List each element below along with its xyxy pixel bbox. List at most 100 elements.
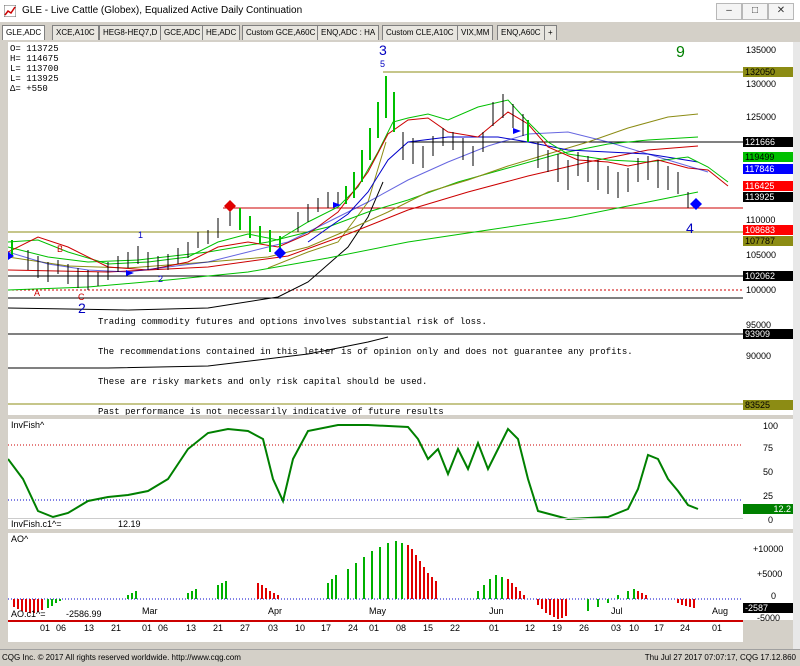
last-price-box: 113925 xyxy=(743,192,793,202)
invfish-tick: 50 xyxy=(763,467,774,477)
disclaimer-line: The recommendations contained in this le… xyxy=(98,347,633,357)
invfish-value-box: 12.2 xyxy=(743,504,793,514)
wave-label-b1: B xyxy=(57,244,64,254)
wave-label-9: 9 xyxy=(676,44,685,61)
date-tick: 06 xyxy=(56,623,67,633)
price-tick: 105000 xyxy=(746,250,777,260)
date-tick: 19 xyxy=(552,623,563,633)
tab-he-adc[interactable]: HE,ADC xyxy=(202,25,241,40)
date-tick: 17 xyxy=(654,623,665,633)
date-tick: 17 xyxy=(321,623,332,633)
invfish-svg xyxy=(8,424,743,521)
date-tick: 01 xyxy=(40,623,51,633)
ao-value-box: -2587 xyxy=(743,603,793,613)
ao-readout-value: -2586.99 xyxy=(66,609,102,619)
tab-custom-gce[interactable]: Custom GCE,A60C xyxy=(242,25,320,40)
price-tick: 110000 xyxy=(746,215,776,225)
date-axis[interactable]: 01 06 13 21 01 06 13 21 27 03 10 17 24 0… xyxy=(8,606,743,642)
tab-xce-a10c[interactable]: XCE,A10C xyxy=(52,25,99,40)
title-bar: GLE - Live Cattle (Globex), Equalized Ac… xyxy=(0,0,800,23)
invfish-tick: 75 xyxy=(763,443,774,453)
ao-readout-label: AO.c1^= xyxy=(11,609,46,619)
month-label: Aug xyxy=(712,606,729,616)
ao-axis[interactable]: +10000 +5000 0 -5000 -2587 xyxy=(743,533,793,623)
disclaimer-line: Trading commodity futures and options in… xyxy=(98,317,487,327)
tab-gle-adc[interactable]: GLE,ADC xyxy=(2,25,46,40)
price-tick: 135000 xyxy=(746,45,777,55)
price-chart-panel[interactable]: O= 113725 H= 114675 L= 113700 L= 113925 … xyxy=(8,42,743,417)
date-tick: 06 xyxy=(158,623,169,633)
invfish-tick: 100 xyxy=(763,421,779,431)
invfish-axis[interactable]: 100 75 50 25 0 12.2 xyxy=(743,419,793,529)
status-timestamp: Thu Jul 27 2017 07:07:17, CQG 17.12.860 xyxy=(644,653,796,662)
date-axis-bar xyxy=(8,620,743,622)
wave-label-4: 4 xyxy=(686,220,694,236)
wave-label-3: 3 xyxy=(379,42,387,58)
wave-label-2-small: 2 xyxy=(158,274,164,284)
price-axis[interactable]: 135000 130000 125000 110000 105000 10000… xyxy=(743,42,793,415)
tab-heg8-heq7[interactable]: HEG8-HEQ7,D xyxy=(99,25,162,40)
price-tick: 90000 xyxy=(746,351,772,361)
vertical-scrollbar[interactable] xyxy=(793,42,800,649)
price-level-box: 107787 xyxy=(743,236,793,246)
left-gutter xyxy=(0,42,8,649)
date-tick: 27 xyxy=(240,623,251,633)
invfish-tick: 25 xyxy=(763,491,774,501)
price-tick: 130000 xyxy=(746,79,777,89)
copyright-text: CQG Inc. © 2017 All rights reserved worl… xyxy=(2,653,241,662)
date-tick: 15 xyxy=(423,623,434,633)
price-level-box: 108683 xyxy=(743,225,793,235)
date-tick: 01 xyxy=(369,623,380,633)
status-bar: CQG Inc. © 2017 All rights reserved worl… xyxy=(0,649,800,666)
price-level-box: 116425 xyxy=(743,181,793,191)
wave-label-a1: A xyxy=(34,288,41,298)
date-tick: 13 xyxy=(84,623,95,633)
wave-label-c1: C xyxy=(78,292,85,302)
invfish-tick: 0 xyxy=(768,515,774,525)
tab-vix-mm[interactable]: VIX,MM xyxy=(457,25,494,40)
wave-label-5: 5 xyxy=(380,59,386,69)
price-tick: 125000 xyxy=(746,112,777,122)
tab-gce-adc[interactable]: GCE,ADC xyxy=(160,25,205,40)
wave-label-1: 1 xyxy=(138,230,144,240)
date-tick: 13 xyxy=(186,623,197,633)
wave-label-2: 2 xyxy=(78,300,86,316)
price-level-box: 119499 xyxy=(743,152,793,162)
month-label: Jul xyxy=(611,606,623,616)
date-tick: 01 xyxy=(489,623,500,633)
ao-tick: +10000 xyxy=(753,544,784,554)
price-level-box: 132050 xyxy=(743,67,793,77)
app-icon xyxy=(4,5,16,17)
price-level-box: 102062 xyxy=(743,271,793,281)
price-level-box: 117846 xyxy=(743,164,793,174)
date-tick: 21 xyxy=(111,623,122,633)
ao-tick: +5000 xyxy=(757,569,783,579)
month-label: May xyxy=(369,606,387,616)
date-tick: 21 xyxy=(213,623,224,633)
invfish-readout-label: InvFish.c1^= xyxy=(11,519,62,529)
month-label: Mar xyxy=(142,606,158,616)
tab-enq-adc-ha[interactable]: ENQ,ADC : HA xyxy=(317,25,380,40)
maximize-button[interactable]: □ xyxy=(742,3,768,20)
add-tab-button[interactable]: + xyxy=(544,25,557,40)
window-title: GLE - Live Cattle (Globex), Equalized Ac… xyxy=(22,5,303,16)
date-tick: 26 xyxy=(579,623,590,633)
tab-custom-cle[interactable]: Custom CLE,A10C xyxy=(382,25,458,40)
ao-tick: 0 xyxy=(771,591,777,601)
ao-tick: -5000 xyxy=(757,613,781,623)
date-tick: 01 xyxy=(712,623,723,633)
tab-enq-a60c[interactable]: ENQ,A60C xyxy=(497,25,545,40)
price-level-box: 121666 xyxy=(743,137,793,147)
chart-tab-strip: GLE,ADC XCE,A10C HEG8-HEQ7,D GCE,ADC HE,… xyxy=(0,22,800,41)
date-tick: 12 xyxy=(525,623,536,633)
disclaimer-line: These are risky markets and only risk ca… xyxy=(98,377,428,387)
invfish-panel[interactable]: InvFish^ InvFish.c1^= 12.19 xyxy=(8,419,743,529)
price-level-box: 93909 xyxy=(743,329,793,339)
date-tick: 10 xyxy=(629,623,640,633)
month-label: Apr xyxy=(268,606,283,616)
date-tick: 03 xyxy=(268,623,279,633)
date-tick: 24 xyxy=(680,623,691,633)
date-tick: 10 xyxy=(295,623,306,633)
minimize-button[interactable]: – xyxy=(716,3,742,20)
close-button[interactable]: ✕ xyxy=(768,3,794,20)
